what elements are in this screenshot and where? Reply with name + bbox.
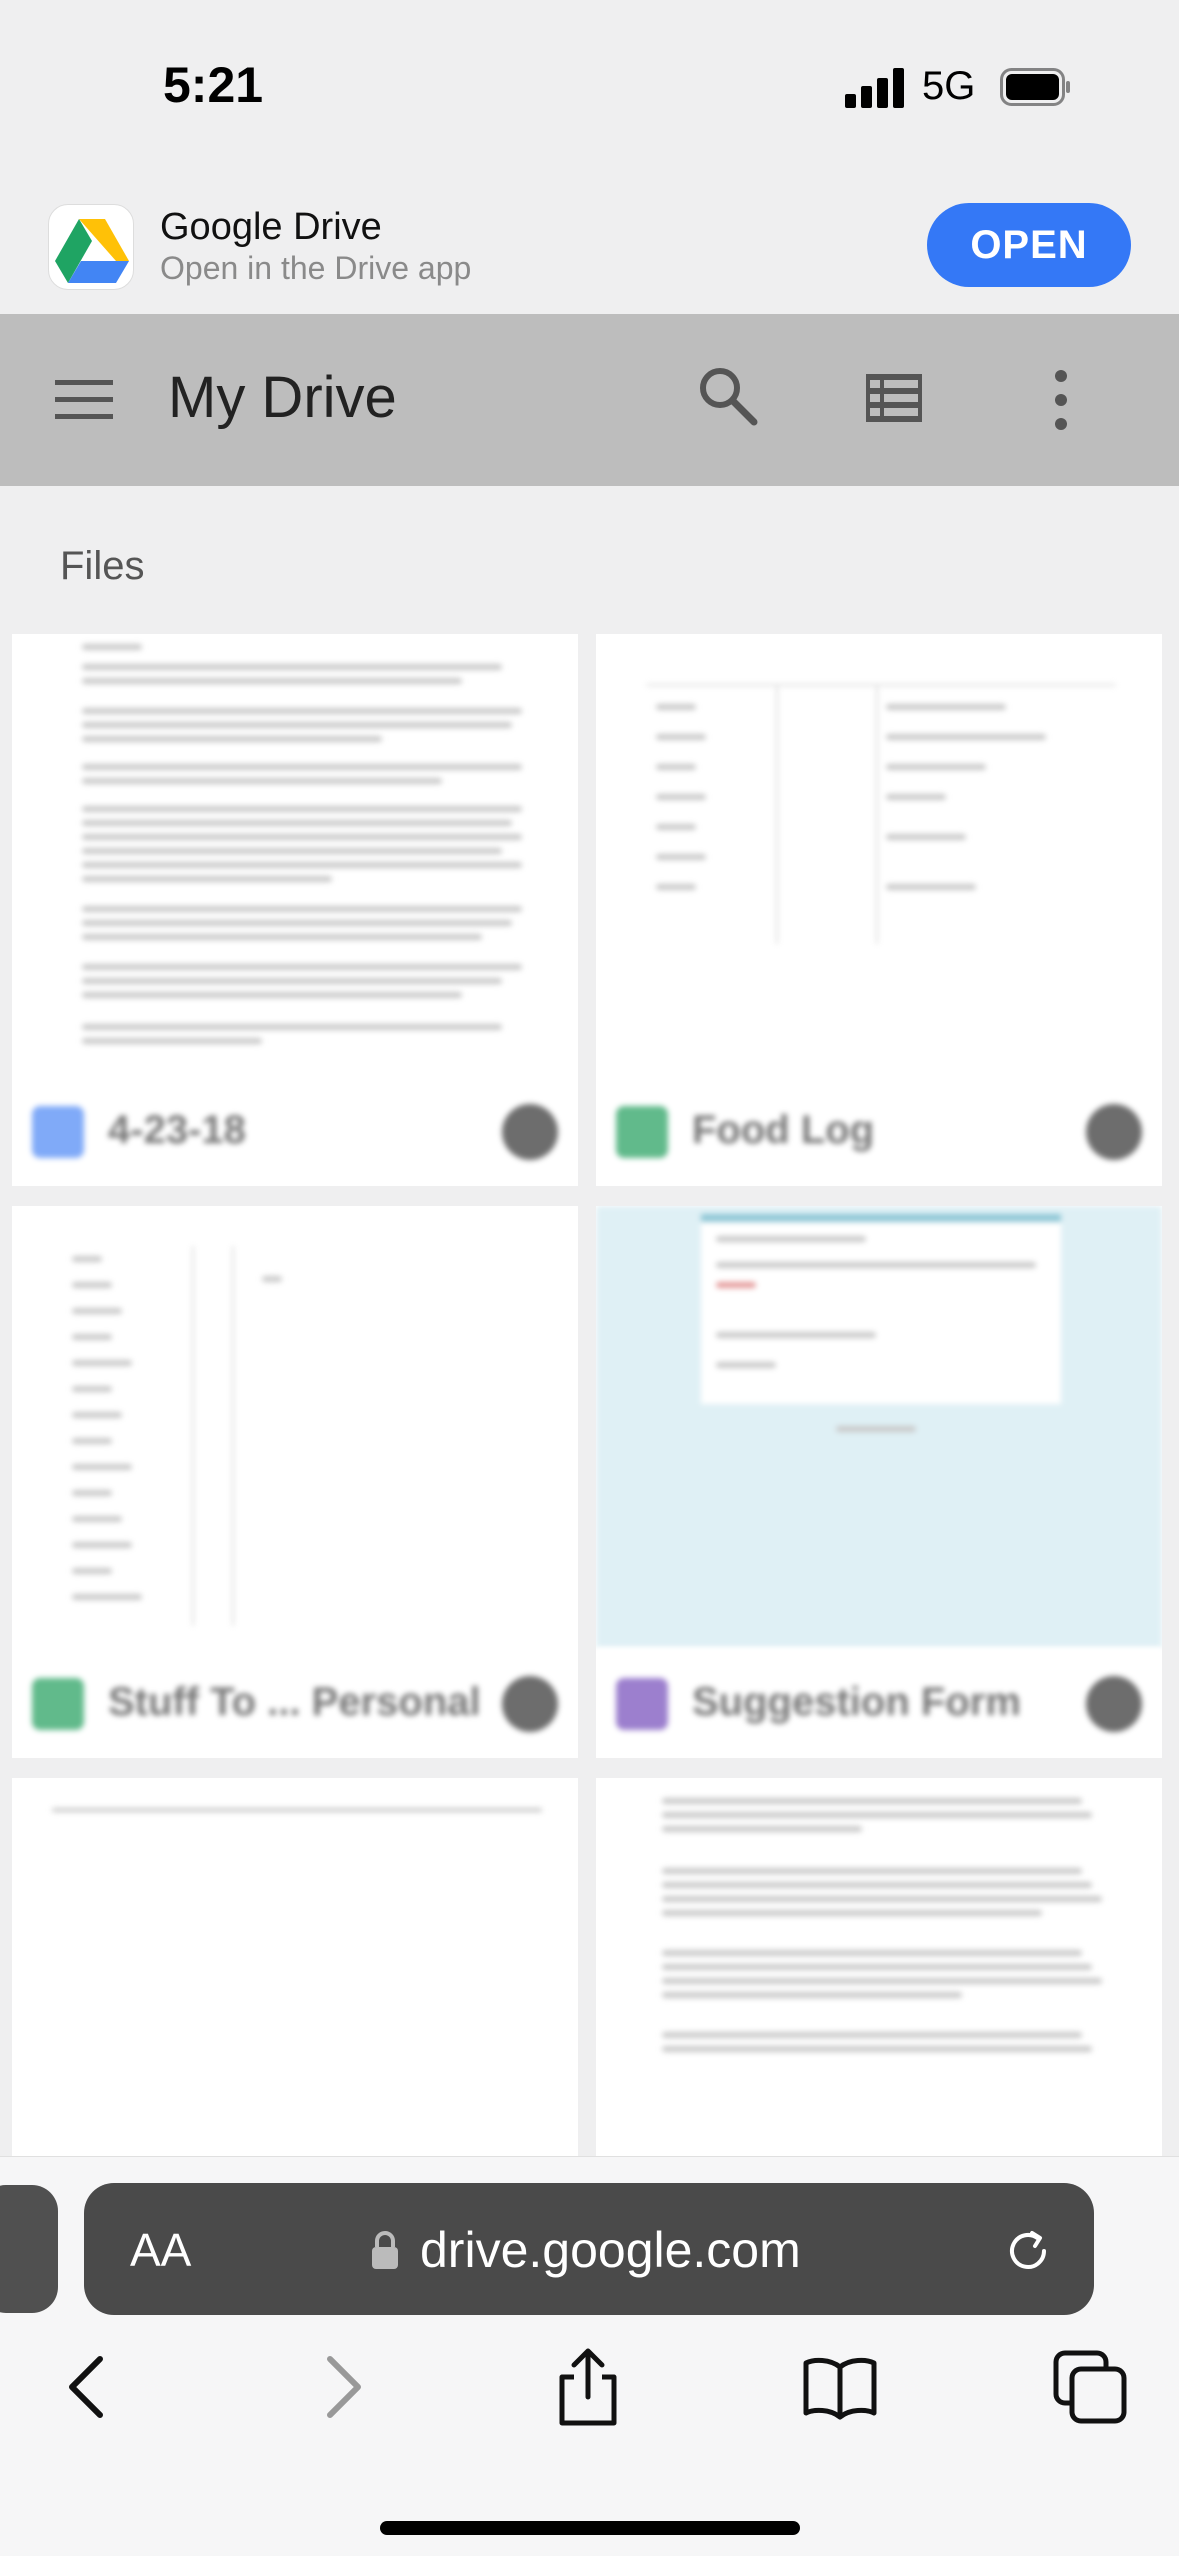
files-content: Files 4-23-18 Food Log Stuff To ... Pers… — [0, 486, 1179, 2156]
share-icon[interactable] — [548, 2347, 628, 2427]
file-name: Suggestion Form — [692, 1680, 1021, 1724]
open-app-button[interactable]: OPEN — [927, 203, 1131, 287]
file-card-footer: Stuff To ... Personal — [12, 1648, 578, 1758]
file-card[interactable]: Suggestion Form — [596, 1206, 1162, 1758]
home-indicator — [380, 2521, 800, 2535]
file-thumbnail — [12, 1206, 578, 1648]
menu-icon[interactable] — [55, 380, 113, 420]
sheets-icon — [616, 1106, 668, 1158]
search-icon[interactable] — [696, 364, 758, 426]
page-title: My Drive — [168, 365, 397, 430]
address-bar[interactable]: AA drive.google.com — [84, 2183, 1094, 2315]
file-card-footer: 4-23-18 — [12, 1076, 578, 1186]
file-card-footer: Suggestion Form — [596, 1648, 1162, 1758]
docs-icon — [32, 1106, 84, 1158]
more-options-icon[interactable] — [1046, 368, 1076, 432]
file-card[interactable]: 4-23-18 — [12, 634, 578, 1186]
file-name: Stuff To ... Personal — [108, 1680, 481, 1724]
bookmarks-icon[interactable] — [800, 2347, 880, 2427]
sheets-icon — [32, 1678, 84, 1730]
back-icon[interactable] — [48, 2347, 128, 2427]
file-card[interactable] — [12, 1778, 578, 2156]
url-text[interactable]: drive.google.com — [420, 2221, 801, 2279]
battery-icon — [1000, 68, 1070, 106]
file-thumbnail — [596, 1206, 1162, 1648]
file-card[interactable]: Stuff To ... Personal — [12, 1206, 578, 1758]
file-card[interactable]: Food Log — [596, 634, 1162, 1186]
info-icon[interactable] — [502, 1676, 558, 1732]
file-thumbnail — [596, 634, 1162, 1076]
file-thumbnail — [12, 1778, 578, 2156]
reader-options-button[interactable]: AA — [130, 2223, 191, 2277]
info-icon[interactable] — [1086, 1104, 1142, 1160]
file-thumbnail — [12, 634, 578, 1076]
drive-header: My Drive — [0, 314, 1179, 486]
signal-icon — [845, 68, 905, 108]
info-icon[interactable] — [502, 1104, 558, 1160]
forms-icon — [616, 1678, 668, 1730]
file-thumbnail — [596, 1778, 1162, 2156]
app-name: Google Drive — [160, 206, 382, 248]
network-label: 5G — [922, 64, 976, 108]
browser-bottom-bar: AA drive.google.com — [0, 2156, 1179, 2556]
google-drive-logo-icon — [48, 204, 134, 290]
app-install-banner: Google Drive Open in the Drive app OPEN — [0, 180, 1179, 314]
status-time: 5:21 — [163, 57, 264, 113]
lock-icon — [372, 2231, 398, 2269]
file-name: Food Log — [692, 1108, 875, 1152]
app-subtitle: Open in the Drive app — [160, 250, 472, 286]
list-view-icon[interactable] — [866, 374, 922, 422]
file-name: 4-23-18 — [108, 1108, 246, 1152]
file-card[interactable] — [596, 1778, 1162, 2156]
reload-icon[interactable] — [1002, 2225, 1054, 2277]
file-card-footer: Food Log — [596, 1076, 1162, 1186]
tabs-icon[interactable] — [1050, 2347, 1130, 2427]
status-bar: 5:21 5G — [0, 0, 1179, 180]
info-icon[interactable] — [1086, 1676, 1142, 1732]
files-section-label: Files — [60, 544, 145, 588]
forward-icon[interactable] — [302, 2347, 382, 2427]
previous-tab-preview[interactable] — [0, 2185, 58, 2313]
